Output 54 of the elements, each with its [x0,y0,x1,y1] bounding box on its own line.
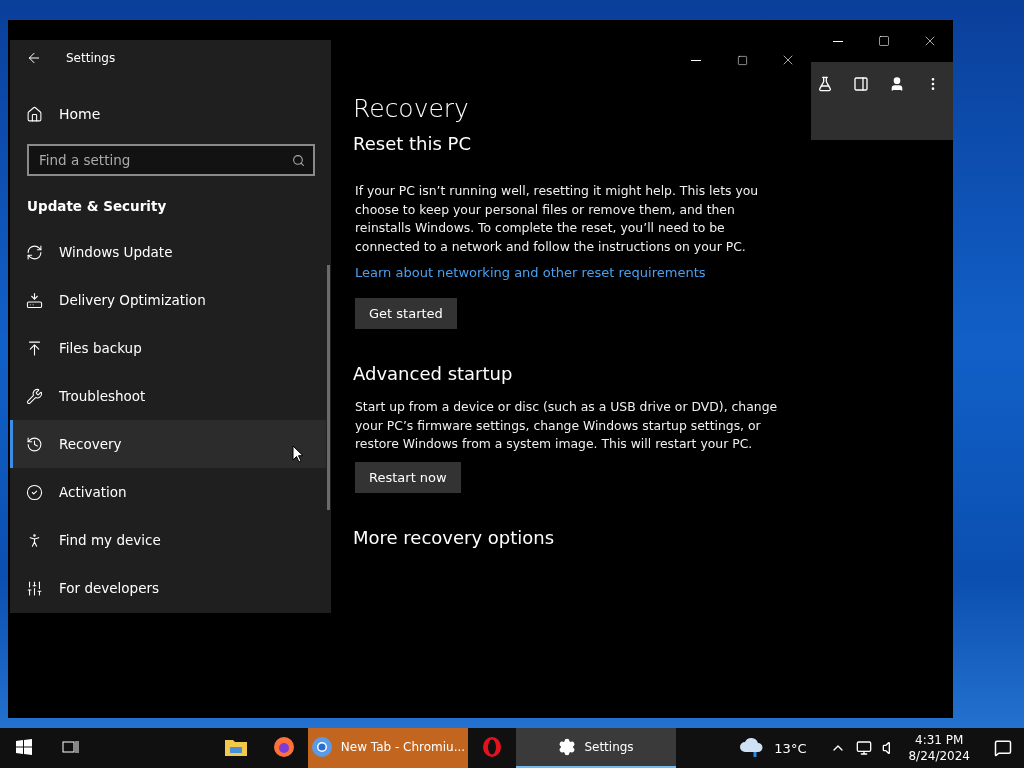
minimize-icon [691,59,701,61]
clock[interactable]: 4:31 PM 8/24/2024 [908,732,970,764]
minimize-icon [833,40,843,42]
action-button[interactable]: Get started [355,298,457,329]
back-icon[interactable] [26,50,42,66]
window-title: Settings [66,51,116,65]
nav-item[interactable]: For developers [10,564,326,612]
browser-fox-icon [273,736,295,758]
home-icon [26,105,43,123]
nav-item[interactable]: Recovery [10,420,326,468]
scrollbar[interactable] [327,265,330,510]
task-view-icon [62,739,80,755]
flask-icon[interactable] [817,76,833,92]
section-heading: Reset this PC [353,133,472,154]
section-heading: Advanced startup [353,363,514,384]
description-text: If your PC isn’t running well, resetting it might help. This lets you choose to keep your personal files or remove them, and then reinstalls Windows. To complete the reset, you’ll need to be connected to a network and follow the instructions on your PC. [354,182,760,256]
check-circle-icon [26,483,43,501]
taskbar-app-button[interactable]: Settings [516,728,676,768]
network-icon[interactable] [856,740,873,756]
nav-item[interactable]: Troubleshoot [10,372,326,420]
nav-item[interactable]: Windows Update [10,228,326,276]
home-item[interactable]: Home [10,96,331,132]
side-panel-icon[interactable] [853,76,869,92]
browser-icon [310,736,333,758]
search-field[interactable]: Find a setting [27,144,315,176]
folder-icon [225,738,247,756]
maximize-icon [878,35,890,47]
nav-item[interactable]: Files backup [10,324,326,372]
cloud-rain-icon [740,738,765,758]
weather-temperature: 13°C [774,740,807,756]
section-heading: More recovery options [353,526,556,548]
windows-logo-icon [16,739,32,755]
description-text: Start up from a device or disc (such as a USB drive or DVD), change your PC’s firmware settings, change Windows startup settings, or restore Windows from a system image. This will restart your PC. [354,398,779,453]
search-icon [292,153,305,167]
wrench-icon [26,387,43,405]
page-title: Recovery [353,94,470,123]
maximize-icon [736,54,748,66]
taskbar-app-button[interactable]: New Tab - Chromiu... [308,728,468,768]
notifications-icon[interactable] [994,739,1012,757]
refresh-icon [26,243,43,261]
gear-icon [558,738,577,756]
mouse-pointer-icon [292,445,304,463]
nav-item[interactable]: Find my device [10,516,326,564]
download-tray-icon [26,291,43,309]
nav-item[interactable]: Activation [10,468,326,516]
opera-o-icon [481,736,503,758]
profile-icon[interactable] [889,76,905,92]
action-button[interactable]: Restart now [355,461,461,493]
section-heading: Update & Security [26,197,168,216]
nav-item[interactable]: Delivery Optimization [10,276,326,324]
upload-arrow-icon [26,339,43,357]
history-icon [26,435,43,453]
help-link[interactable]: Learn about networking and other reset requirements [355,265,793,280]
sliders-icon [26,579,43,597]
